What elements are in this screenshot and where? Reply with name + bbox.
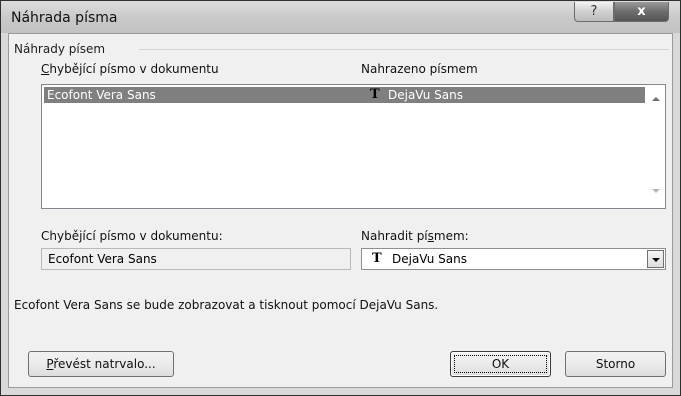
convert-permanently-button[interactable]: Převést natrvalo... <box>28 351 174 377</box>
list-item-missing-font: Ecofont Vera Sans <box>47 88 156 102</box>
close-button[interactable]: x <box>614 2 669 22</box>
missing-font-label: Chybějící písmo v dokumentu: <box>41 229 223 243</box>
cancel-button[interactable]: Storno <box>565 351 666 377</box>
help-icon: ? <box>590 4 598 19</box>
close-icon: x <box>637 4 646 19</box>
column-header-replaced: Nahrazeno písmem <box>361 62 478 76</box>
dropdown-button[interactable] <box>647 250 664 268</box>
title-bar[interactable]: Náhrada písma ? x <box>1 1 680 33</box>
list-item[interactable]: Ecofont Vera Sans T DejaVu Sans <box>44 87 645 103</box>
list-scrollbar[interactable] <box>646 85 665 208</box>
font-substitution-dialog: Náhrada písma ? x Náhrady písem Chybějíc… <box>0 0 681 396</box>
list-item-replacement-font: DejaVu Sans <box>388 88 463 102</box>
status-text: Ecofont Vera Sans se bude zobrazovat a t… <box>14 298 439 312</box>
replacement-font-value: DejaVu Sans <box>392 252 467 266</box>
group-label: Náhrady písem <box>14 42 106 56</box>
truetype-font-icon: T <box>370 87 380 102</box>
missing-font-field: Ecofont Vera Sans <box>41 248 351 270</box>
substitution-list[interactable]: Ecofont Vera Sans T DejaVu Sans <box>41 84 666 209</box>
scroll-down-arrow-icon[interactable] <box>652 189 660 193</box>
dialog-body: Náhrady písem Chybějící písmo v dokument… <box>8 33 673 388</box>
help-button[interactable]: ? <box>574 2 614 22</box>
replacement-font-select[interactable]: T DejaVu Sans <box>361 248 666 270</box>
window-title: Náhrada písma <box>11 10 118 26</box>
group-divider <box>139 49 669 50</box>
convert-button-label: Převést natrvalo... <box>46 357 156 371</box>
replace-font-label: Nahradit písmem: <box>361 229 469 243</box>
column-header-missing: Chybějící písmo v dokumentu <box>41 62 219 76</box>
focus-rectangle <box>454 355 547 373</box>
ok-button[interactable]: OK <box>450 351 551 377</box>
cancel-button-label: Storno <box>595 357 636 371</box>
scroll-up-arrow-icon[interactable] <box>652 97 660 101</box>
chevron-down-icon <box>652 258 660 262</box>
truetype-font-icon: T <box>372 251 382 266</box>
